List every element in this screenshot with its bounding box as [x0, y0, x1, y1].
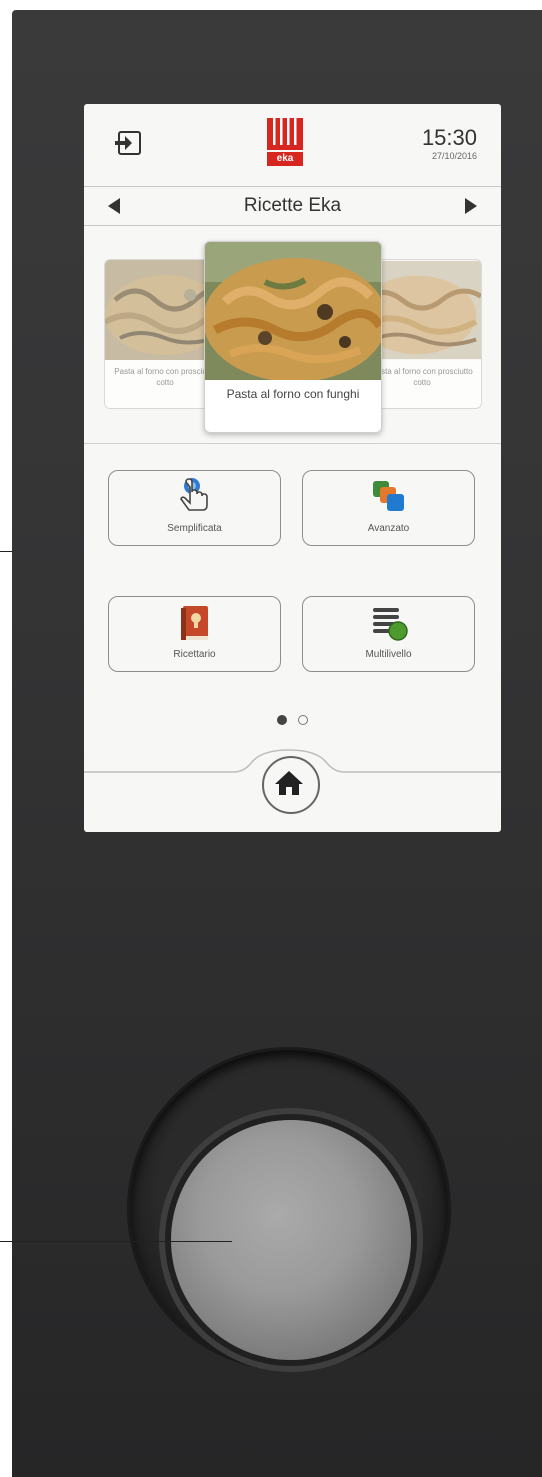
triangle-right-icon[interactable]	[461, 196, 481, 216]
recipe-book-icon	[181, 606, 208, 640]
mode-multilevel-button[interactable]: Multilivello	[302, 596, 475, 672]
page-dot-active[interactable]	[277, 715, 288, 725]
mode-simplified-button[interactable]: Semplificata	[108, 470, 281, 546]
clock: 15:30 27/10/2016	[421, 125, 477, 162]
clock-date: 27/10/2016	[431, 151, 477, 161]
multilevel-icon	[373, 608, 408, 641]
stacked-squares-icon	[373, 481, 404, 511]
category-titlebar: Ricette Eka	[84, 186, 501, 226]
page-dot[interactable]	[297, 715, 308, 725]
clock-time: 15:30	[421, 125, 477, 150]
mode-recipes-button[interactable]: Ricettario	[108, 596, 281, 672]
recipe-caption-selected: Pasta al forno con funghi	[226, 387, 360, 401]
logo-text: eka	[267, 152, 303, 166]
home-icon	[274, 768, 304, 798]
tile-label: Ricettario	[173, 649, 216, 660]
screen-header: eka 15:30 27/10/2016	[84, 104, 501, 186]
recipe-carousel: Pasta al forno con prosciutto cotto Past…	[84, 225, 501, 444]
recipe-card-selected[interactable]: Pasta al forno con funghi	[204, 241, 382, 433]
hand-tap-icon	[180, 478, 208, 511]
touch-screen: eka 15:30 27/10/2016 Ricette Eka Pasta a…	[84, 104, 501, 832]
callout-line-knob	[0, 1241, 232, 1242]
page-indicator	[84, 712, 501, 730]
pasta-photo	[205, 242, 381, 380]
exit-icon[interactable]	[114, 130, 142, 156]
tile-label: Semplificata	[167, 523, 222, 534]
tile-label: Multilivello	[365, 649, 412, 660]
home-button[interactable]	[262, 756, 320, 814]
tile-label: Avanzato	[367, 523, 410, 534]
control-knob[interactable]	[171, 1120, 411, 1360]
mode-advanced-button[interactable]: Avanzato	[302, 470, 475, 546]
eka-logo: eka	[267, 118, 303, 168]
category-title: Ricette Eka	[243, 195, 342, 216]
